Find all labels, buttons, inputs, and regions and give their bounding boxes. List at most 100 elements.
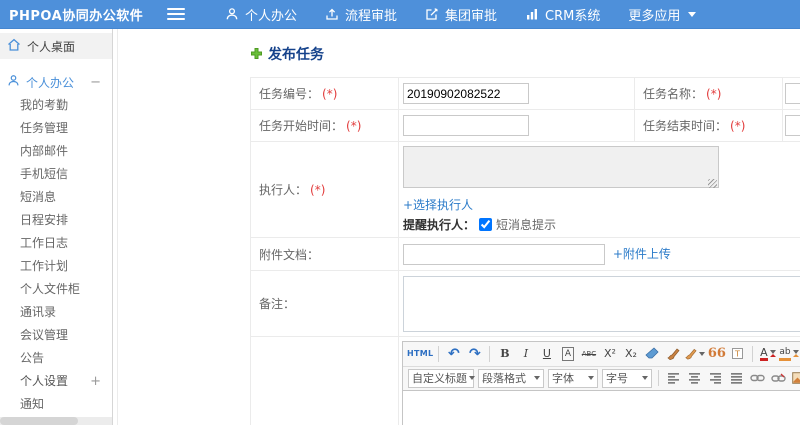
attachment-input[interactable]: [403, 243, 605, 265]
subscript-button[interactable]: X₂: [621, 344, 640, 363]
executor-textarea[interactable]: [403, 146, 719, 188]
sidebar-item-desktop[interactable]: 个人桌面: [0, 33, 112, 59]
italic-button[interactable]: I: [516, 344, 535, 363]
person-icon: [225, 7, 239, 21]
main-content: 发布任务 任务编号：(*) 任务名称：(*): [117, 29, 800, 425]
top-menu-personal-office[interactable]: 个人办公: [211, 0, 311, 29]
font-size-select[interactable]: 字号: [602, 368, 652, 388]
field-label: 任务结束时间：: [643, 119, 728, 133]
resize-grip-icon[interactable]: [708, 179, 717, 188]
redo-icon[interactable]: ↷: [465, 344, 484, 363]
sidebar-group-personal-office[interactable]: 个人办公 −: [0, 70, 112, 94]
sidebar-item-filecabinet[interactable]: 个人文件柜: [0, 278, 112, 301]
task-number-input[interactable]: [403, 83, 529, 104]
editor-cell: HTML ↶ ↷ B I U A ABC X² X₂ 66 T A ab 自定义…: [398, 336, 800, 425]
top-menu-group-approval[interactable]: 集团审批: [411, 0, 511, 29]
field-label: 任务名称：: [643, 87, 704, 101]
field-label: 备注：: [259, 297, 296, 311]
attachment-label-cell: 附件文档：: [250, 237, 399, 271]
task-name-label-cell: 任务名称： (*): [634, 77, 783, 110]
top-menu: 个人办公 流程审批 集团审批 CRM系统 更多应用: [211, 0, 710, 29]
top-menu-label: CRM系统: [545, 8, 601, 24]
toolbar-separator: [489, 345, 491, 362]
sidebar-item-notice[interactable]: 通知: [0, 393, 112, 416]
font-style-button[interactable]: A: [558, 344, 577, 363]
start-time-input[interactable]: [403, 115, 529, 136]
menu-toggle-icon[interactable]: [167, 5, 185, 23]
html-source-button[interactable]: HTML: [407, 344, 433, 363]
sidebar-item-attendance[interactable]: 我的考勤: [0, 94, 112, 117]
field-label: 任务开始时间：: [259, 119, 344, 133]
editor-content-area[interactable]: [402, 390, 800, 425]
insert-link-icon[interactable]: [748, 369, 767, 388]
collapse-minus-icon[interactable]: −: [90, 75, 101, 90]
select-executor-link[interactable]: +选择执行人: [403, 198, 473, 212]
blockquote-button[interactable]: 66: [707, 344, 726, 363]
sidebar-item-meetings[interactable]: 会议管理: [0, 324, 112, 347]
remind-label: 提醒执行人：: [403, 218, 476, 232]
sidebar-item-sms[interactable]: 手机短信: [0, 163, 112, 186]
table-row: 任务开始时间： (*) 任务结束时间： (*): [250, 109, 800, 142]
task-name-input[interactable]: [785, 83, 800, 104]
editor-toolbar-row-2: 自定义标题 段落格式 字体 字号: [403, 365, 800, 390]
remove-link-icon[interactable]: [769, 369, 788, 388]
form-title-row: 发布任务: [250, 44, 800, 64]
undo-icon[interactable]: ↶: [444, 344, 463, 363]
publish-task-form: 发布任务 任务编号：(*) 任务名称：(*): [118, 29, 800, 425]
clear-format-eraser-icon[interactable]: [642, 344, 661, 363]
custom-heading-select[interactable]: 自定义标题: [408, 368, 475, 388]
paste-text-icon[interactable]: T: [728, 344, 747, 363]
sidebar-group-label: 个人办公: [26, 75, 75, 90]
attachment-field-cell: +附件上传: [398, 237, 800, 271]
sms-remind-checkbox[interactable]: [479, 218, 493, 231]
top-menu-label: 个人办公: [245, 8, 298, 24]
paragraph-format-select[interactable]: 段落格式: [478, 368, 544, 388]
top-menu-workflow-approval[interactable]: 流程审批: [311, 0, 411, 29]
font-color-button[interactable]: A: [758, 344, 777, 363]
sidebar-item-announcement[interactable]: 公告: [0, 347, 112, 370]
sidebar-item-worklog[interactable]: 工作日志: [0, 232, 112, 255]
align-left-icon[interactable]: [664, 369, 683, 388]
sidebar-item-schedule[interactable]: 日程安排: [0, 209, 112, 232]
add-plus-icon: [250, 45, 263, 64]
sidebar-item-messages[interactable]: 短消息: [0, 186, 112, 209]
sidebar-item-workplan[interactable]: 工作计划: [0, 255, 112, 278]
bold-button[interactable]: B: [495, 344, 514, 363]
sidebar-item-tasks[interactable]: 任务管理: [0, 117, 112, 140]
auto-format-brush-icon[interactable]: [684, 344, 706, 363]
edit-square-icon: [425, 7, 439, 21]
sidebar-item-mail[interactable]: 内部邮件: [0, 140, 112, 163]
caret-down-icon: [792, 350, 799, 357]
sidebar-item-contacts[interactable]: 通讯录: [0, 301, 112, 324]
strikethrough-button[interactable]: ABC: [579, 344, 598, 363]
bar-chart-icon: [525, 7, 539, 21]
end-time-input[interactable]: [785, 115, 800, 136]
underline-button[interactable]: U: [537, 344, 556, 363]
attachment-upload-link[interactable]: +附件上传: [613, 247, 671, 261]
table-row: 备注：: [250, 270, 800, 337]
font-family-select[interactable]: 字体: [548, 368, 598, 388]
caret-down-icon: [469, 376, 475, 380]
executor-label-cell: 执行人： (*): [250, 141, 399, 238]
remark-field-cell: [398, 270, 800, 337]
align-right-icon[interactable]: [706, 369, 725, 388]
upload-process-icon: [325, 7, 339, 21]
top-menu-more-apps[interactable]: 更多应用: [614, 0, 710, 29]
align-justify-icon[interactable]: [727, 369, 746, 388]
sidebar-group-settings[interactable]: 个人设置 +: [0, 370, 112, 393]
table-row: HTML ↶ ↷ B I U A ABC X² X₂ 66 T A ab 自定义…: [250, 336, 800, 425]
editor-toolbar: HTML ↶ ↷ B I U A ABC X² X₂ 66 T A ab 自定义…: [402, 340, 800, 391]
highlight-color-button[interactable]: ab: [779, 344, 799, 363]
insert-image-icon[interactable]: [790, 369, 800, 388]
caret-down-icon: [534, 376, 540, 380]
align-center-icon[interactable]: [685, 369, 704, 388]
top-menu-label: 集团审批: [445, 8, 498, 24]
sidebar-scrollbar[interactable]: [0, 417, 112, 425]
remark-textarea[interactable]: [403, 275, 800, 332]
end-time-field-cell: [782, 109, 800, 142]
top-menu-label: 更多应用: [628, 8, 681, 24]
superscript-button[interactable]: X²: [600, 344, 619, 363]
format-painter-icon[interactable]: [663, 344, 682, 363]
expand-plus-icon[interactable]: +: [90, 370, 101, 393]
top-menu-crm[interactable]: CRM系统: [511, 0, 614, 29]
